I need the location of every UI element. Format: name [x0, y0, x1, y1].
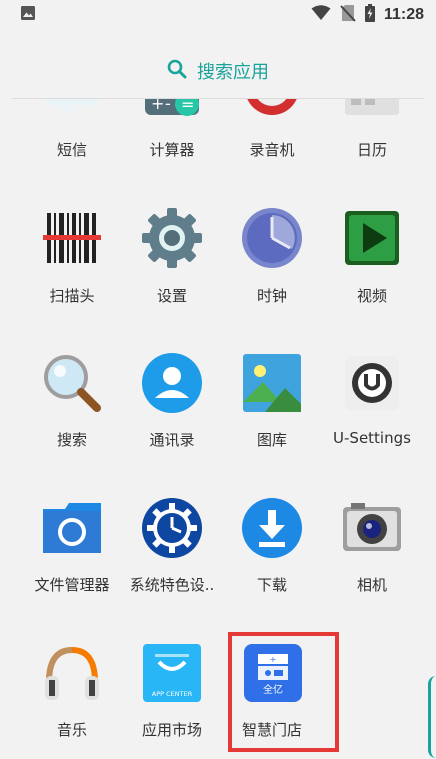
app-label: 文件管理器 — [34, 576, 110, 594]
app-label: 日历 — [356, 141, 387, 159]
u-settings-icon — [341, 352, 403, 414]
camera-icon — [341, 497, 403, 559]
svg-text:-: - — [165, 99, 171, 113]
messages-icon — [41, 99, 103, 119]
app-grid: 短信 + - = 计算器 录音机 日历 扫描头 设置 时钟 视频 搜索 通讯录 … — [0, 99, 436, 759]
search-icon — [167, 59, 187, 83]
app-label: 视频 — [356, 287, 387, 305]
search-apps-label: 搜索应用 — [197, 62, 269, 83]
app-label: 设置 — [156, 287, 187, 305]
app-center-text: APP CENTER — [152, 690, 193, 698]
svg-text:=: = — [181, 99, 194, 114]
app-label: 音乐 — [56, 721, 87, 739]
app-label: 通讯录 — [149, 431, 195, 449]
calendar-icon — [341, 99, 403, 119]
recorder-icon — [241, 99, 303, 119]
image-icon — [20, 5, 36, 25]
contacts-icon — [141, 352, 203, 414]
calculator-icon: + - = — [141, 99, 203, 119]
app-label: 短信 — [56, 141, 87, 159]
app-label: 扫描头 — [49, 287, 95, 305]
app-label: 应用市场 — [141, 721, 202, 739]
clock-icon — [241, 207, 303, 269]
magnifier-icon — [41, 352, 103, 414]
svg-text:+: + — [151, 99, 164, 113]
gallery-icon — [241, 352, 303, 414]
download-icon — [241, 497, 303, 559]
app-label: 时钟 — [256, 287, 287, 305]
video-icon — [341, 207, 403, 269]
status-time: 11:28 — [383, 6, 424, 23]
gear-icon — [141, 207, 203, 269]
highlight-box — [228, 632, 339, 752]
app-label: 搜索 — [56, 431, 87, 449]
wifi-icon — [311, 5, 331, 25]
no-sim-icon — [340, 4, 356, 26]
app-label: 图库 — [256, 431, 287, 449]
headphones-icon — [41, 642, 103, 704]
app-label: 下载 — [256, 576, 287, 594]
system-features-icon — [141, 497, 203, 559]
app-label: 计算器 — [149, 141, 195, 159]
search-apps-bar[interactable]: 搜索应用 — [0, 44, 436, 98]
folder-icon — [41, 497, 103, 559]
status-bar: 11:28 — [0, 0, 436, 30]
barcode-scanner-icon — [41, 207, 103, 269]
app-label: 系统特色设.. — [129, 576, 215, 594]
app-label: U-Settings — [333, 429, 411, 447]
side-edge-handle[interactable] — [428, 676, 436, 758]
app-label: 录音机 — [249, 141, 295, 159]
battery-icon — [364, 4, 375, 26]
app-label: 相机 — [356, 576, 387, 594]
app-center-icon: APP CENTER — [141, 642, 203, 704]
